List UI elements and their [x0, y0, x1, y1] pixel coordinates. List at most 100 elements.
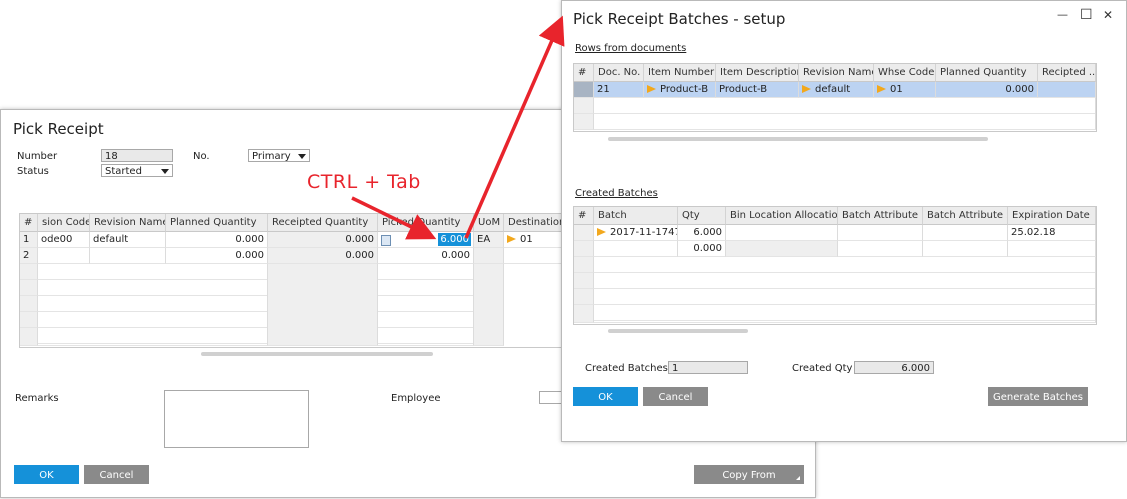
doc-col-header-item-number[interactable]: Item Number	[644, 64, 716, 82]
table-row-empty[interactable]	[20, 264, 38, 280]
batch-row-2-batch[interactable]	[594, 241, 678, 257]
batch-col-header-attribute-1[interactable]: Batch Attribute 1	[838, 207, 923, 225]
rows-from-documents-heading: Rows from documents	[575, 43, 687, 54]
batch-row-1-num[interactable]	[574, 225, 594, 241]
doc-row-empty[interactable]	[574, 98, 594, 114]
table-row-1-revision[interactable]: default	[90, 232, 166, 248]
doc-col-header-whse-code[interactable]: Whse Code	[874, 64, 936, 82]
batch-row-empty[interactable]	[574, 257, 594, 273]
doc-row-recipted[interactable]	[1038, 82, 1096, 98]
batches-ok-button[interactable]: OK	[573, 387, 638, 406]
doc-col-header-recipted[interactable]: Recipted ...	[1038, 64, 1096, 82]
pick-receipt-ok-button[interactable]: OK	[14, 465, 79, 484]
table-row-1-planned[interactable]: 0.000	[166, 232, 268, 248]
link-arrow-icon[interactable]	[877, 85, 886, 93]
calculator-icon[interactable]	[381, 235, 391, 246]
doc-row-revision: default	[815, 84, 851, 95]
minimize-icon[interactable]: —	[1057, 8, 1068, 21]
link-arrow-icon[interactable]	[647, 85, 656, 93]
close-icon[interactable]: ✕	[1103, 8, 1113, 22]
doc-grid-empty-area	[594, 98, 1096, 130]
table-row-2-code[interactable]	[38, 248, 90, 264]
horizontal-scrollbar[interactable]	[201, 352, 433, 356]
picked-quantity-input[interactable]: 6.000	[438, 233, 471, 246]
batch-row-empty[interactable]	[574, 289, 594, 305]
table-row-2-picked[interactable]: 0.000	[378, 248, 474, 264]
doc-col-header-revision-name[interactable]: Revision Name	[799, 64, 874, 82]
batch-col-header-attribute-2[interactable]: Batch Attribute 2	[923, 207, 1008, 225]
doc-row-planned[interactable]: 0.000	[936, 82, 1038, 98]
table-row-empty[interactable]	[20, 328, 38, 346]
maximize-icon[interactable]: ☐	[1080, 7, 1093, 23]
batches-cancel-button[interactable]: Cancel	[643, 387, 708, 406]
batch-row-2-expiration[interactable]	[1008, 241, 1096, 257]
link-arrow-icon[interactable]	[507, 235, 516, 243]
batch-col-header-expiration[interactable]: Expiration Date	[1008, 207, 1096, 225]
doc-col-header-planned-quantity[interactable]: Planned Quantity	[936, 64, 1038, 82]
link-arrow-icon[interactable]	[802, 85, 811, 93]
doc-col-header-item-description[interactable]: Item Description	[716, 64, 799, 82]
generate-batches-button[interactable]: Generate Batches	[988, 387, 1088, 406]
table-row-1-num[interactable]: 1	[20, 232, 38, 248]
doc-row-whse-cell[interactable]: 01	[874, 82, 936, 98]
status-select[interactable]: Started	[101, 164, 173, 177]
col-header-num[interactable]: #	[20, 214, 38, 232]
copy-from-button[interactable]: Copy From	[694, 465, 804, 484]
number-label: Number	[17, 151, 58, 162]
doc-row-whse: 01	[890, 84, 903, 95]
col-header-receipted-quantity[interactable]: Receipted Quantity	[268, 214, 378, 232]
documents-grid: # Doc. No. Item Number Item Description …	[573, 63, 1097, 132]
no-series-select[interactable]: Primary	[248, 149, 310, 162]
batch-col-header-qty[interactable]: Qty	[678, 207, 726, 225]
doc-col-header-doc-no[interactable]: Doc. No.	[594, 64, 644, 82]
doc-row-revision-cell[interactable]: default	[799, 82, 874, 98]
batch-row-2-attr1[interactable]	[838, 241, 923, 257]
col-header-code[interactable]: sion Code	[38, 214, 90, 232]
resize-corner-icon	[796, 476, 800, 480]
col-header-uom[interactable]: UoM	[474, 214, 504, 232]
batch-row-2-num[interactable]	[574, 241, 594, 257]
doc-row-item-number-cell[interactable]: Product-B	[644, 82, 716, 98]
batch-col-header-bin-location[interactable]: Bin Location Allocation	[726, 207, 838, 225]
table-row-2-revision[interactable]	[90, 248, 166, 264]
table-row-2-planned[interactable]: 0.000	[166, 248, 268, 264]
col-header-revision-name[interactable]: Revision Name	[90, 214, 166, 232]
remarks-textarea[interactable]	[164, 390, 309, 448]
col-header-picked-quantity[interactable]: Picked Quantity	[378, 214, 474, 232]
doc-row-empty[interactable]	[574, 114, 594, 130]
grid-empty-area	[38, 264, 268, 346]
doc-row-item-description[interactable]: Product-B	[716, 82, 799, 98]
col-header-destination[interactable]: Destination W	[504, 214, 564, 232]
table-row-2-num[interactable]: 2	[20, 248, 38, 264]
documents-scrollbar[interactable]	[608, 137, 988, 141]
table-row-empty[interactable]	[20, 312, 38, 328]
batch-row-1-qty[interactable]: 6.000	[678, 225, 726, 241]
batch-row-2-attr2[interactable]	[923, 241, 1008, 257]
doc-col-header-num[interactable]: #	[574, 64, 594, 82]
created-qty-field: 6.000	[854, 361, 934, 374]
doc-row-doc-no[interactable]: 21	[594, 82, 644, 98]
batch-row-1-attr1[interactable]	[838, 225, 923, 241]
pick-receipt-cancel-button[interactable]: Cancel	[84, 465, 149, 484]
batch-col-header-batch[interactable]: Batch	[594, 207, 678, 225]
col-header-planned-quantity[interactable]: Planned Quantity	[166, 214, 268, 232]
batch-row-1-batch-cell[interactable]: 2017-11-1747	[594, 225, 678, 241]
batch-col-header-num[interactable]: #	[574, 207, 594, 225]
batch-row-empty[interactable]	[574, 305, 594, 323]
employee-field[interactable]	[539, 391, 563, 404]
link-arrow-icon[interactable]	[597, 228, 606, 236]
batch-row-1-expiration[interactable]: 25.02.18	[1008, 225, 1096, 241]
table-row-empty[interactable]	[20, 296, 38, 312]
batches-scrollbar[interactable]	[608, 329, 748, 333]
table-row-1-picked-cell[interactable]: 6.000	[378, 232, 474, 248]
batch-row-2-qty[interactable]: 0.000	[678, 241, 726, 257]
table-row-empty[interactable]	[20, 280, 38, 296]
doc-row-num[interactable]	[574, 82, 594, 98]
batch-row-empty[interactable]	[574, 273, 594, 289]
table-row-1-code[interactable]: ode00	[38, 232, 90, 248]
batch-row-1-attr2[interactable]	[923, 225, 1008, 241]
table-row-1-dest-cell[interactable]: 01	[504, 232, 564, 248]
number-field[interactable]: 18	[101, 149, 173, 162]
batch-row-1-bin[interactable]	[726, 225, 838, 241]
table-row-2-dest[interactable]	[504, 248, 564, 264]
